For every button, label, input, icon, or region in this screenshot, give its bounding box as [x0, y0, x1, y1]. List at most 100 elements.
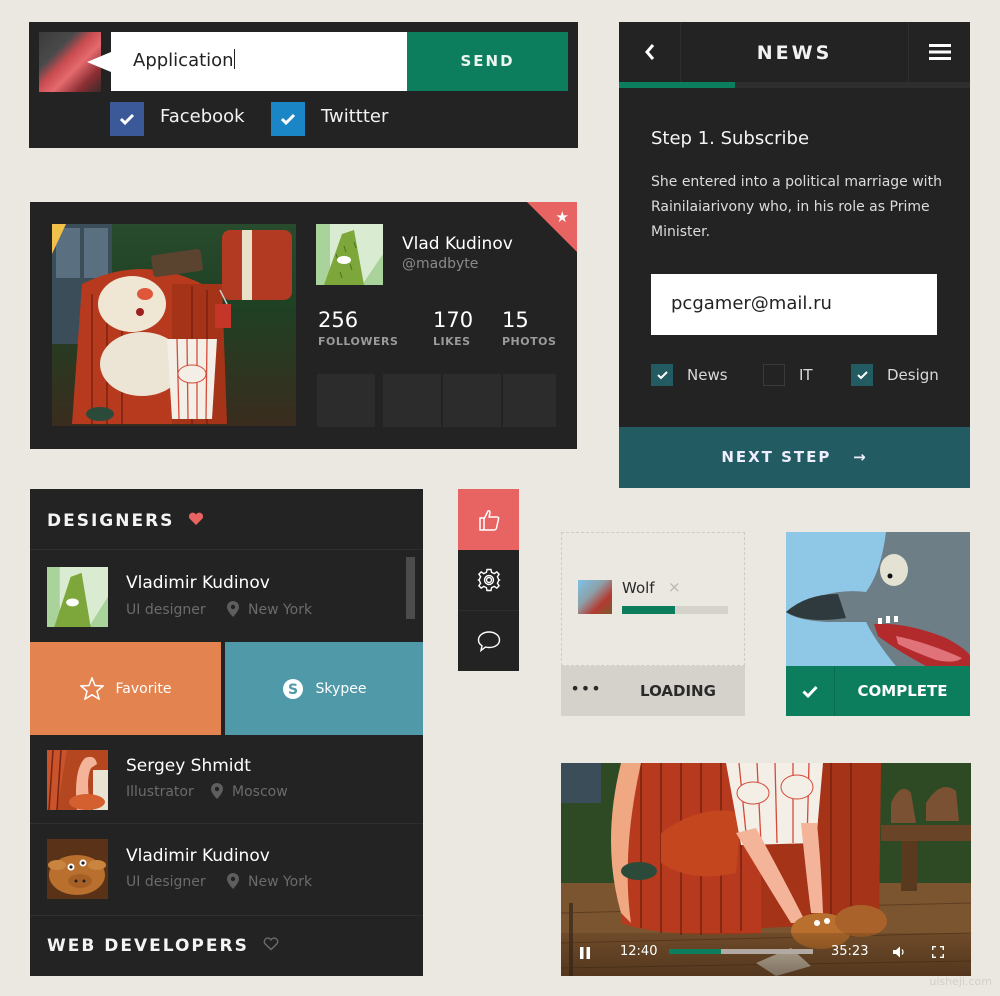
- location-pin-icon: [227, 601, 239, 621]
- designers-heading-text: DESIGNERS: [47, 511, 175, 531]
- favorite-button[interactable]: Favorite: [30, 642, 221, 735]
- it-checkbox-label: IT: [799, 366, 813, 384]
- input-pointer-arrow: [87, 52, 111, 72]
- pause-icon[interactable]: [580, 947, 590, 959]
- svg-text:S: S: [288, 682, 298, 698]
- web-developers-heading-text: WEB DEVELOPERS: [47, 936, 249, 956]
- next-step-button[interactable]: NEXT STEP →: [619, 427, 970, 488]
- next-step-label: NEXT STEP: [721, 448, 832, 466]
- list-item[interactable]: Vladimir Kudinov UI designer New York: [30, 549, 423, 642]
- twitter-label: Twittter: [321, 106, 389, 127]
- back-button[interactable]: [619, 22, 681, 82]
- check-icon: [280, 113, 296, 126]
- facebook-checkbox[interactable]: [110, 102, 144, 136]
- upload-widget: Wolf × ••• LOADING: [561, 532, 745, 716]
- gear-icon: [476, 568, 501, 592]
- santa-illustration: [52, 224, 292, 424]
- fullscreen-icon[interactable]: [932, 946, 944, 958]
- person-name: Sergey Shmidt: [126, 756, 251, 776]
- list-item[interactable]: Sergey Shmidt Illustrator Moscow: [30, 735, 423, 823]
- design-checkbox-label: Design: [887, 366, 939, 384]
- thumbs-up-icon: [478, 509, 499, 531]
- avatar: [47, 749, 108, 811]
- star-outline-icon: [79, 677, 104, 700]
- watermark: uisheji.com: [929, 975, 992, 988]
- arrow-right-icon: →: [853, 448, 868, 466]
- step-description: She entered into a political marriage wi…: [651, 174, 942, 240]
- web-developers-section[interactable]: WEB DEVELOPERS: [30, 915, 423, 976]
- skype-label: Skypee: [315, 680, 367, 697]
- step-title: Step 1. Subscribe: [651, 128, 810, 149]
- comment-button[interactable]: [458, 611, 519, 671]
- message-input-value: Application: [133, 50, 234, 71]
- complete-card: COMPLETE: [786, 532, 970, 716]
- person-role: Illustrator: [126, 784, 194, 800]
- message-input[interactable]: Application: [111, 32, 407, 91]
- photos-count: 15: [502, 308, 529, 332]
- followers-count: 256: [318, 308, 359, 332]
- photo-tile[interactable]: [317, 374, 375, 427]
- news-subscribe-widget: NEWS Step 1. Subscribe She entered into …: [619, 22, 970, 488]
- chevron-left-icon: [644, 44, 654, 60]
- text-caret: [233, 49, 235, 69]
- step-progress-fill: [619, 82, 735, 88]
- seek-progress[interactable]: [669, 949, 721, 954]
- send-button[interactable]: SEND: [407, 32, 568, 91]
- avatar: [47, 839, 108, 899]
- news-checkbox[interactable]: [651, 364, 673, 386]
- settings-button[interactable]: [458, 550, 519, 611]
- designers-heading: DESIGNERS: [47, 511, 204, 531]
- likes-label: LIKES: [433, 335, 471, 348]
- person-role: UI designer: [126, 602, 206, 618]
- complete-check[interactable]: [786, 666, 835, 716]
- heart-icon: [189, 512, 204, 525]
- profile-handle: @madbyte: [402, 256, 479, 272]
- menu-button[interactable]: [908, 22, 970, 82]
- profile-name: Vlad Kudinov: [402, 234, 513, 254]
- photo-tile[interactable]: [503, 374, 556, 427]
- person-name: Vladimir Kudinov: [126, 573, 270, 593]
- video-player: 12:40 35:23: [561, 763, 971, 976]
- check-icon: [802, 685, 818, 698]
- total-time: 35:23: [831, 944, 869, 959]
- hamburger-icon: [928, 44, 951, 60]
- profile-card: ★ Vlad Kudinov @madbyte 256 FOLLOWERS 17…: [30, 202, 577, 449]
- file-thumbnail: [578, 580, 612, 614]
- profile-avatar: [316, 224, 383, 285]
- list-item[interactable]: Vladimir Kudinov UI designer New York: [30, 823, 423, 915]
- location-pin-icon: [227, 873, 239, 893]
- person-location: New York: [248, 602, 313, 618]
- volume-icon[interactable]: [893, 946, 905, 958]
- scrollbar-thumb[interactable]: [406, 557, 415, 619]
- facebook-label: Facebook: [160, 106, 245, 127]
- photo-tile[interactable]: [383, 374, 441, 427]
- skype-button[interactable]: S Skypee: [225, 642, 423, 735]
- photo-tile[interactable]: [443, 374, 501, 427]
- file-name: Wolf: [622, 579, 655, 597]
- like-button[interactable]: [458, 489, 519, 550]
- more-options-button[interactable]: •••: [561, 666, 611, 716]
- check-icon: [119, 113, 135, 126]
- email-input[interactable]: pcgamer@mail.ru: [651, 274, 937, 335]
- remove-file-button[interactable]: ×: [668, 578, 681, 596]
- person-role: UI designer: [126, 874, 206, 890]
- it-checkbox[interactable]: [763, 364, 785, 386]
- photos-label: PHOTOS: [502, 335, 557, 348]
- compose-widget: Application SEND Facebook Twittter: [29, 22, 578, 148]
- news-checkbox-label: News: [687, 366, 728, 384]
- person-location: New York: [248, 874, 313, 890]
- twitter-checkbox[interactable]: [271, 102, 305, 136]
- check-icon: [856, 371, 868, 380]
- favorite-ribbon[interactable]: [527, 202, 577, 252]
- avatar: [47, 567, 108, 627]
- wolf-image: [786, 532, 970, 666]
- cover-photo: [52, 224, 296, 426]
- upload-progress-fill: [622, 606, 675, 614]
- heart-outline-icon: [263, 937, 279, 951]
- loading-status: LOADING: [640, 682, 716, 700]
- design-checkbox[interactable]: [851, 364, 873, 386]
- check-icon: [656, 371, 668, 380]
- news-title: NEWS: [756, 42, 833, 64]
- complete-label[interactable]: COMPLETE: [835, 666, 970, 716]
- designers-list: DESIGNERS Vladimir Kudinov UI designer N…: [30, 489, 423, 976]
